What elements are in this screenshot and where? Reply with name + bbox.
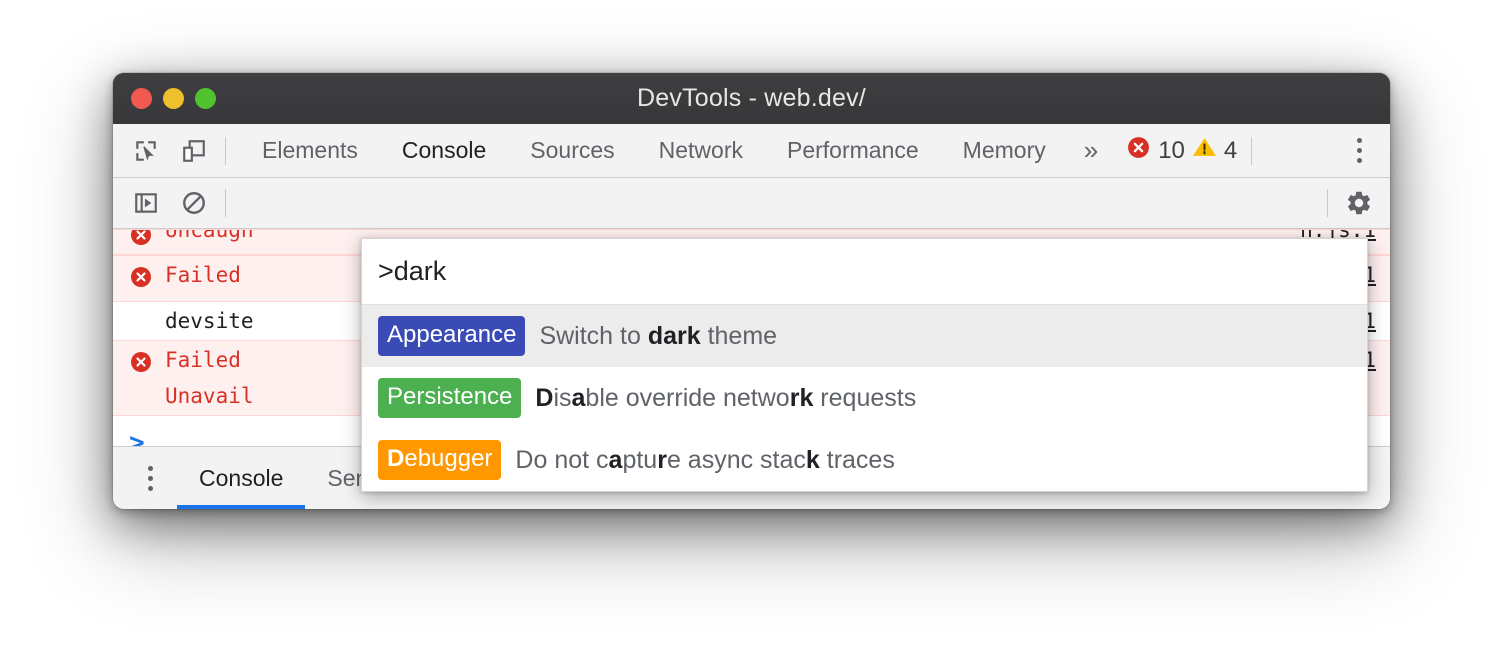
zoom-window-button[interactable] xyxy=(195,88,216,109)
console-toolbar-icons xyxy=(129,186,211,220)
kebab-dots xyxy=(137,466,163,491)
more-tabs-chevron-icon[interactable]: » xyxy=(1068,135,1114,166)
console-row-content: Uncaugh xyxy=(129,231,254,251)
command-palette-item-debugger[interactable]: Debugger Do not capture async stack trac… xyxy=(362,429,1367,491)
console-toolbar-divider-2 xyxy=(1327,189,1328,217)
error-icon xyxy=(1126,135,1151,167)
console-sidebar-icon[interactable] xyxy=(129,186,163,220)
command-palette-item-persistence[interactable]: Persistence Disable override network req… xyxy=(362,367,1367,429)
window-titlebar: DevTools - web.dev/ xyxy=(113,73,1390,124)
error-icon xyxy=(129,264,153,300)
console-row-content: Failed Unavail xyxy=(129,342,254,414)
category-tag-persistence: Persistence xyxy=(378,378,521,418)
console-message-text: Uncaugh xyxy=(165,229,254,241)
console-row-content: Failed xyxy=(129,257,241,300)
traffic-lights xyxy=(113,88,216,109)
toolbar-divider-2 xyxy=(1251,137,1252,165)
tab-console[interactable]: Console xyxy=(380,137,508,164)
device-toolbar-icon[interactable] xyxy=(177,134,211,168)
inspect-element-icon[interactable] xyxy=(129,134,163,168)
drawer-kebab-menu-icon[interactable] xyxy=(133,461,167,495)
clear-console-icon[interactable] xyxy=(177,186,211,220)
warning-count: 4 xyxy=(1224,137,1237,165)
devtools-tabstrip: Elements Console Sources Network Perform… xyxy=(113,124,1390,178)
tab-sources[interactable]: Sources xyxy=(508,137,636,164)
drawer-tab-console[interactable]: Console xyxy=(177,447,305,509)
console-message-text: Failed xyxy=(165,257,241,293)
console-toolbar-divider xyxy=(225,189,226,217)
tab-network[interactable]: Network xyxy=(637,137,765,164)
command-label: Disable override network requests xyxy=(535,384,916,413)
prompt-chevron-icon: > xyxy=(129,428,145,446)
gear-icon[interactable] xyxy=(1342,186,1376,220)
command-palette-item-appearance[interactable]: Appearance Switch to dark theme xyxy=(362,305,1367,367)
console-toolbar xyxy=(113,178,1390,229)
issue-counters[interactable]: 10 4 xyxy=(1126,135,1237,167)
tab-memory[interactable]: Memory xyxy=(941,137,1068,164)
command-palette-results: Appearance Switch to dark theme Persiste… xyxy=(362,305,1367,491)
toolbar-icon-group xyxy=(129,134,211,168)
console-message-text: Failed Unavail xyxy=(165,342,254,414)
category-tag-debugger: Debugger xyxy=(378,440,501,480)
warning-icon xyxy=(1192,135,1217,167)
error-icon xyxy=(129,349,153,385)
console-row-content: devsite xyxy=(129,303,254,339)
kebab-menu-icon[interactable] xyxy=(1342,134,1376,168)
window-title: DevTools - web.dev/ xyxy=(113,84,1390,113)
command-palette-input[interactable]: >dark xyxy=(362,239,1367,305)
close-window-button[interactable] xyxy=(131,88,152,109)
category-tag-appearance: Appearance xyxy=(378,316,525,356)
tab-performance[interactable]: Performance xyxy=(765,137,941,164)
error-count: 10 xyxy=(1158,137,1185,165)
error-icon xyxy=(129,229,153,251)
command-label: Do not capture async stack traces xyxy=(515,446,894,475)
command-label: Switch to dark theme xyxy=(539,322,777,351)
devtools-window: DevTools - web.dev/ Elements xyxy=(113,73,1390,509)
console-message-text: devsite xyxy=(165,303,254,339)
kebab-dots xyxy=(1346,138,1372,163)
tab-elements[interactable]: Elements xyxy=(240,137,380,164)
command-palette: >dark Appearance Switch to dark theme Pe… xyxy=(361,238,1368,492)
panel-tabs: Elements Console Sources Network Perform… xyxy=(240,135,1114,166)
minimize-window-button[interactable] xyxy=(163,88,184,109)
toolbar-divider xyxy=(225,137,226,165)
